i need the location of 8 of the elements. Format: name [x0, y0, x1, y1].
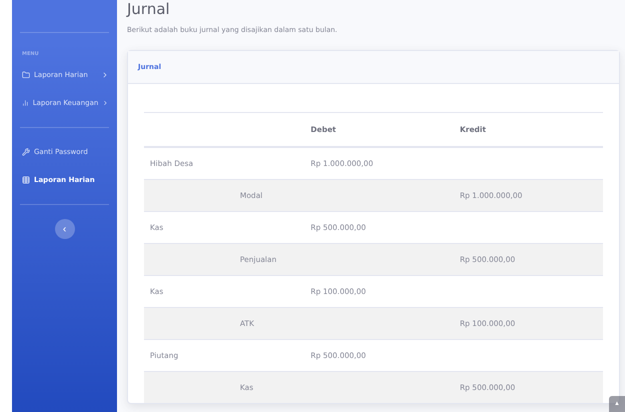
wrench-icon [22, 148, 30, 156]
folder-icon [22, 71, 30, 79]
sidebar-toggle-button[interactable]: ‹ [54, 219, 74, 239]
table-icon [22, 176, 30, 184]
bar-chart-icon [22, 99, 29, 107]
chevron-icon [102, 99, 109, 107]
chevron-icon [101, 71, 109, 79]
page-title: Jurnal [127, 0, 171, 18]
